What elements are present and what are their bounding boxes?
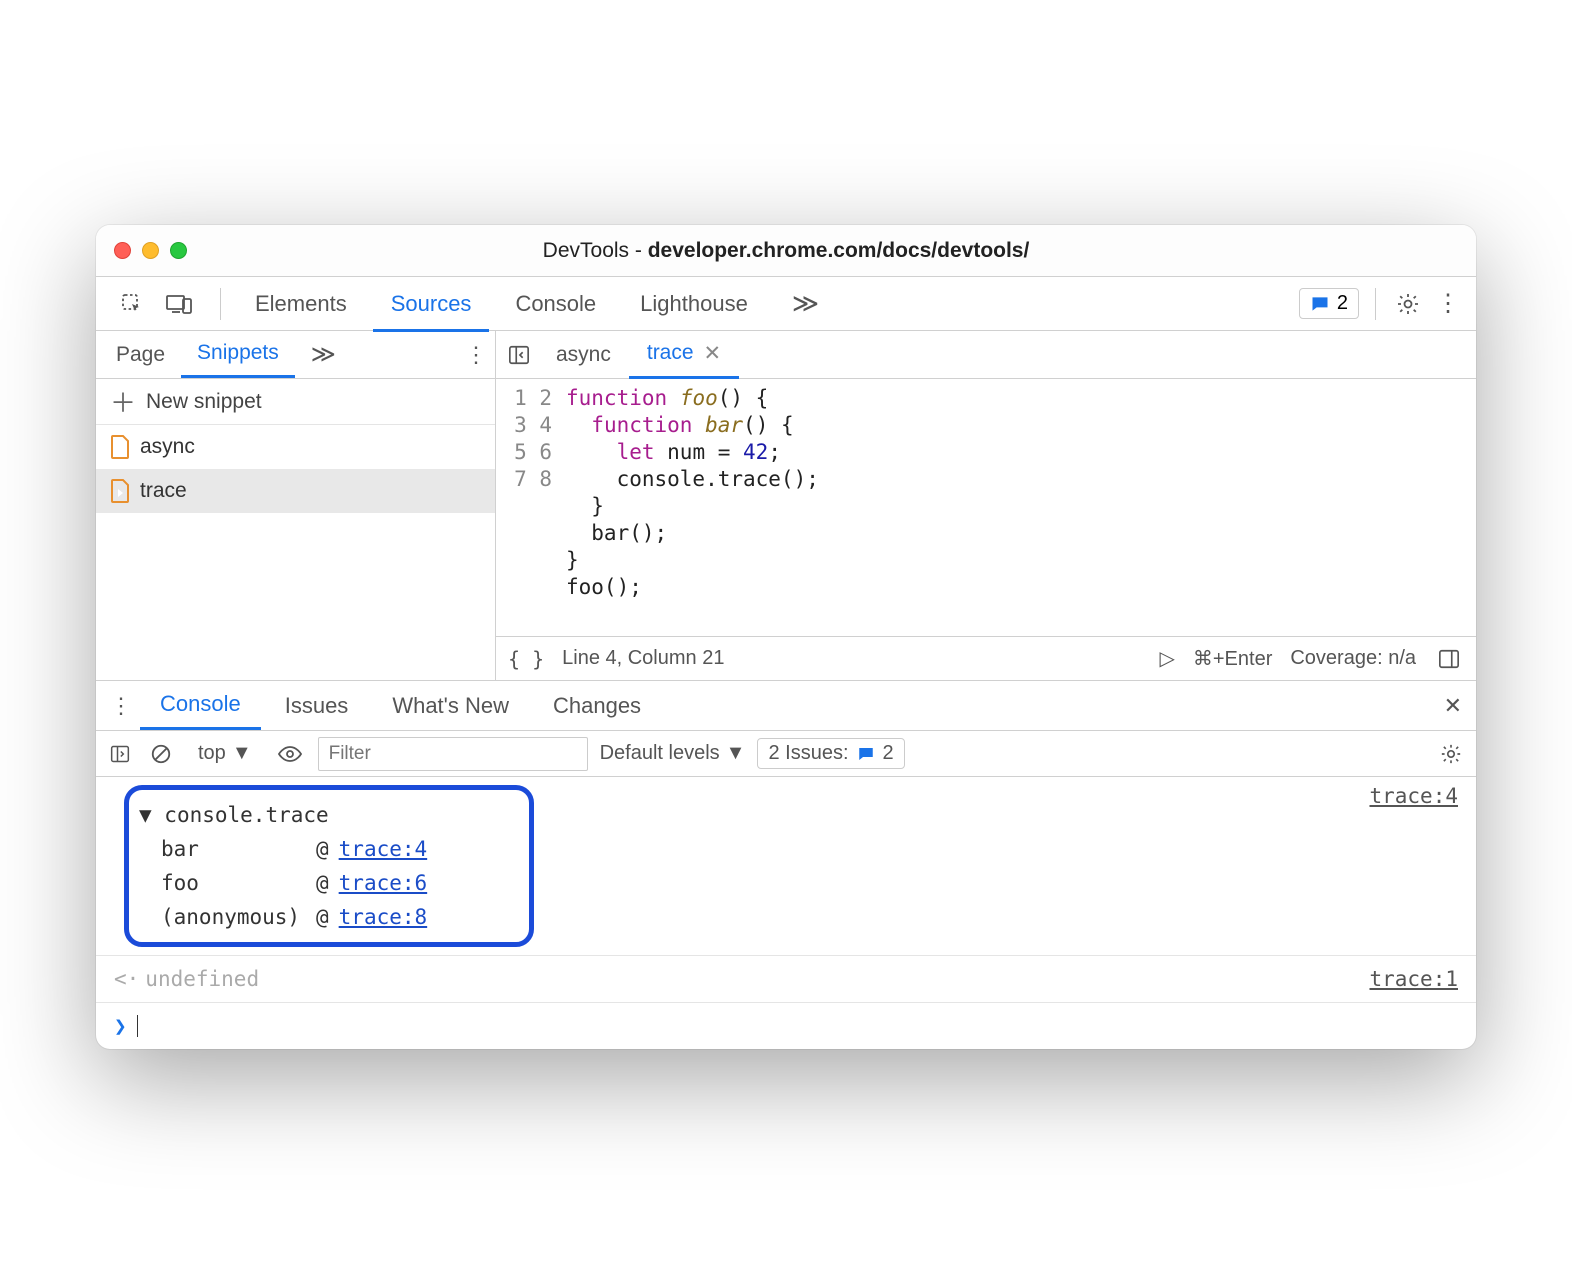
inspect-element-icon[interactable] (116, 288, 148, 320)
tab-label: trace (647, 341, 694, 365)
code-content: function foo() { function bar() { let nu… (566, 385, 1476, 636)
coverage-status: Coverage: n/a (1290, 647, 1416, 670)
live-expression-icon[interactable] (274, 741, 306, 767)
return-arrow-icon: <· (114, 962, 139, 996)
tab-lighthouse[interactable]: Lighthouse (622, 279, 766, 329)
navigator-tabs-overflow-icon[interactable]: ≫ (295, 330, 352, 379)
snippet-item[interactable]: trace (96, 469, 495, 513)
run-shortcut: ⌘+Enter (1193, 646, 1272, 671)
stack-frame: foo@trace:6 (139, 866, 519, 900)
message-icon (857, 745, 875, 763)
snippet-file-icon (110, 435, 130, 459)
drawer-tab-console[interactable]: Console (140, 681, 261, 730)
editor-tab[interactable]: async (538, 331, 629, 379)
issues-label: 2 Issues: (768, 742, 848, 765)
tabs-overflow-icon[interactable]: ≫ (774, 276, 837, 331)
navigator-tab-snippets[interactable]: Snippets (181, 331, 295, 378)
issues-count: 2 (883, 742, 894, 765)
snippet-file-icon (110, 479, 130, 503)
drawer-tabs: ⋮ Console Issues What's New Changes ✕ (96, 681, 1476, 731)
drawer-tab-whatsnew[interactable]: What's New (372, 683, 529, 729)
tab-console[interactable]: Console (497, 279, 614, 329)
console-settings-gear-icon[interactable] (1436, 739, 1466, 769)
tab-elements[interactable]: Elements (237, 279, 365, 329)
drawer-tab-changes[interactable]: Changes (533, 683, 661, 729)
return-row: <· undefined trace:1 (96, 955, 1476, 1003)
editor-tab[interactable]: trace ✕ (629, 331, 739, 379)
prompt-caret-icon: ❯ (114, 1009, 127, 1043)
close-tab-icon[interactable]: ✕ (704, 341, 722, 366)
frame-function: foo (161, 866, 316, 900)
console-output: ▼ console.trace bar@trace:4foo@trace:6(a… (96, 777, 1476, 1049)
more-menu-icon[interactable]: ⋮ (1432, 285, 1464, 322)
console-prompt[interactable]: ❯ (96, 1003, 1476, 1049)
issue-count: 2 (1337, 292, 1348, 315)
return-value: undefined (145, 962, 259, 996)
prompt-cursor (137, 1015, 138, 1037)
chevron-down-icon: ▼ (726, 742, 746, 765)
settings-gear-icon[interactable] (1392, 288, 1424, 320)
code-editor[interactable]: 1 2 3 4 5 6 7 8 function foo() { functio… (496, 379, 1476, 636)
toggle-navigator-icon[interactable] (504, 340, 534, 370)
snippet-list: async trace (96, 425, 495, 680)
frame-source-link[interactable]: trace:6 (339, 866, 428, 900)
disclosure-triangle-icon[interactable]: ▼ (139, 803, 164, 827)
devtools-window: DevTools - developer.chrome.com/docs/dev… (96, 225, 1476, 1049)
message-icon (1310, 294, 1330, 314)
navigator-panel: Page Snippets ≫ ⋮ ＋ New snippet async tra… (96, 331, 496, 680)
run-snippet-icon[interactable]: ▷ (1159, 646, 1174, 671)
tab-label: async (556, 343, 611, 367)
window-title: DevTools - developer.chrome.com/docs/dev… (96, 239, 1476, 263)
chevron-down-icon: ▼ (232, 742, 252, 765)
snippet-name: trace (140, 479, 187, 503)
frame-function: (anonymous) (161, 900, 316, 934)
snippet-name: async (140, 435, 195, 459)
main-tab-bar: Elements Sources Console Lighthouse ≫ 2 … (96, 277, 1476, 331)
new-snippet-button[interactable]: ＋ New snippet (96, 379, 495, 425)
trace-header[interactable]: ▼ console.trace (139, 798, 519, 832)
plus-icon: ＋ (110, 383, 136, 420)
issues-badge[interactable]: 2 (1299, 288, 1359, 319)
console-toolbar: top ▼ Default levels ▼ 2 Issues: 2 (96, 731, 1476, 777)
cursor-position: Line 4, Column 21 (562, 647, 724, 670)
console-filter-input[interactable] (318, 737, 588, 771)
toggle-debugger-icon[interactable] (1434, 644, 1464, 674)
snippet-item[interactable]: async (96, 425, 495, 469)
levels-label: Default levels (600, 742, 720, 765)
pretty-print-icon[interactable]: { } (508, 647, 544, 671)
line-numbers: 1 2 3 4 5 6 7 8 (496, 385, 566, 636)
navigator-tab-page[interactable]: Page (100, 333, 181, 377)
device-toolbar-icon[interactable] (162, 289, 196, 319)
new-snippet-label: New snippet (146, 390, 262, 414)
editor-status-bar: { } Line 4, Column 21 ▷ ⌘+Enter Coverage… (496, 636, 1476, 680)
tab-sources[interactable]: Sources (373, 279, 490, 332)
drawer-tab-issues[interactable]: Issues (265, 683, 369, 729)
stack-trace-highlight: ▼ console.trace bar@trace:4foo@trace:6(a… (124, 785, 534, 947)
stack-frame: (anonymous)@trace:8 (139, 900, 519, 934)
source-link[interactable]: trace:1 (1369, 962, 1458, 996)
show-sidebar-icon[interactable] (106, 740, 134, 768)
stack-frame: bar@trace:4 (139, 832, 519, 866)
clear-console-icon[interactable] (146, 739, 176, 769)
trace-row: ▼ console.trace bar@trace:4foo@trace:6(a… (96, 777, 1476, 955)
editor-panel: async trace ✕ 1 2 3 4 5 6 7 8 function foo… (496, 331, 1476, 680)
source-link[interactable]: trace:4 (1369, 779, 1458, 953)
frame-source-link[interactable]: trace:4 (339, 832, 428, 866)
drawer-more-icon[interactable]: ⋮ (106, 689, 136, 723)
close-drawer-icon[interactable]: ✕ (1440, 689, 1466, 723)
navigator-more-icon[interactable]: ⋮ (461, 338, 491, 372)
frame-source-link[interactable]: trace:8 (339, 900, 428, 934)
console-issues-button[interactable]: 2 Issues: 2 (757, 738, 904, 769)
execution-context-dropdown[interactable]: top ▼ (188, 739, 262, 768)
navigator-tabs: Page Snippets ≫ ⋮ (96, 331, 495, 379)
editor-tab-strip: async trace ✕ (496, 331, 1476, 379)
log-levels-dropdown[interactable]: Default levels ▼ (600, 742, 746, 765)
frame-function: bar (161, 832, 316, 866)
titlebar: DevTools - developer.chrome.com/docs/dev… (96, 225, 1476, 277)
context-label: top (198, 742, 226, 765)
